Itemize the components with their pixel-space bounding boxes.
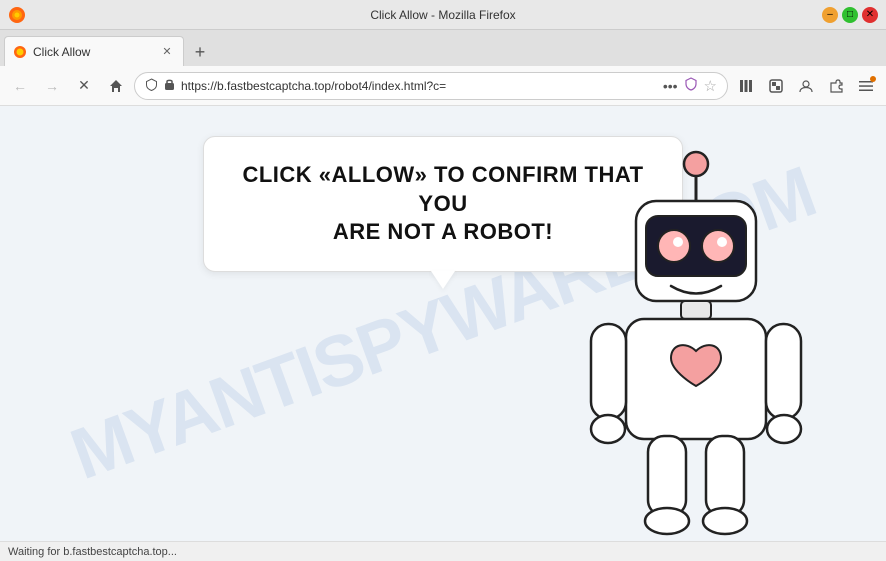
window-title: Click Allow - Mozilla Firefox — [370, 8, 515, 22]
nav-right-icons — [732, 72, 880, 100]
page-content: MYANTISPYWARE.COM CLICK «ALLOW» TO CONFI… — [0, 106, 886, 541]
tab-favicon — [13, 45, 27, 59]
extensions-icon — [829, 79, 844, 93]
title-bar-left — [8, 6, 26, 24]
tab-label: Click Allow — [33, 45, 153, 59]
container-button[interactable] — [762, 72, 790, 100]
firefox-icon — [8, 6, 26, 24]
forward-button[interactable]: → — [38, 72, 66, 100]
status-bar: Waiting for b.fastbestcaptcha.top... — [0, 541, 886, 561]
shield-icon — [145, 78, 158, 94]
title-bar-controls: – □ ✕ — [822, 7, 878, 23]
shield-verify-icon — [684, 77, 698, 94]
browser-tab[interactable]: Click Allow ✕ — [4, 36, 184, 66]
close-button[interactable]: ✕ — [862, 7, 878, 23]
tab-close-button[interactable]: ✕ — [159, 44, 175, 60]
container-icon — [769, 79, 783, 93]
library-button[interactable] — [732, 72, 760, 100]
menu-button[interactable] — [852, 72, 880, 100]
account-icon — [799, 79, 813, 93]
new-tab-button[interactable]: + — [186, 38, 214, 66]
home-button[interactable] — [102, 72, 130, 100]
url-more-button[interactable]: ••• — [663, 78, 678, 94]
url-text: https://b.fastbestcaptcha.top/robot4/ind… — [181, 79, 657, 93]
maximize-button[interactable]: □ — [842, 7, 858, 23]
notification-dot — [870, 76, 876, 82]
stop-reload-button[interactable]: ✕ — [70, 72, 98, 100]
account-button[interactable] — [792, 72, 820, 100]
nav-bar: ← → ✕ https://b.fastbestcaptcha.top/robo… — [0, 66, 886, 106]
tab-bar: Click Allow ✕ + — [0, 30, 886, 66]
status-text: Waiting for b.fastbestcaptcha.top... — [8, 546, 177, 558]
home-icon — [109, 79, 123, 93]
minimize-button[interactable]: – — [822, 7, 838, 23]
library-icon — [739, 79, 754, 93]
back-button[interactable]: ← — [6, 72, 34, 100]
robot-image — [566, 136, 826, 541]
url-bar[interactable]: https://b.fastbestcaptcha.top/robot4/ind… — [134, 72, 728, 100]
extensions-button[interactable] — [822, 72, 850, 100]
lock-icon — [164, 78, 175, 94]
title-bar: Click Allow - Mozilla Firefox – □ ✕ — [0, 0, 886, 30]
robot-svg — [566, 136, 826, 536]
bookmark-star-icon[interactable]: ☆ — [704, 77, 717, 95]
